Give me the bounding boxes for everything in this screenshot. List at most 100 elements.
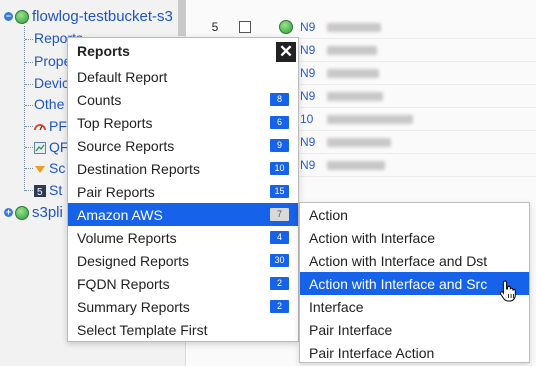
amazon-aws-submenu: Action Action with Interface Action with… bbox=[299, 202, 530, 363]
row-redacted bbox=[327, 114, 413, 124]
tree-branch bbox=[25, 105, 33, 106]
tree-node-root[interactable]: − flowlog-testbucket-s3 bbox=[4, 8, 173, 25]
count-badge: 8 bbox=[270, 93, 289, 106]
tree-branch bbox=[25, 39, 33, 40]
menu-item-amazon-aws[interactable]: Amazon AWS 7 bbox=[68, 203, 298, 226]
row-id[interactable]: 10 bbox=[300, 112, 313, 126]
row-id[interactable]: N9 bbox=[300, 135, 315, 149]
row-id[interactable]: N9 bbox=[300, 66, 315, 80]
submenu-item-label: Action bbox=[309, 206, 348, 223]
table-row[interactable]: 5 N9 bbox=[187, 16, 536, 39]
tree-node-sc[interactable]: Sc bbox=[34, 160, 65, 176]
tree-connector bbox=[24, 26, 25, 191]
tree-node-sibling[interactable]: + s3pli bbox=[4, 204, 63, 221]
menu-item-label: Summary Reports bbox=[77, 298, 190, 315]
chart-icon bbox=[34, 141, 46, 154]
tree-node-label[interactable]: Sc bbox=[49, 160, 65, 176]
tree-branch bbox=[25, 126, 33, 127]
submenu-item-pair-interface[interactable]: Pair Interface bbox=[300, 318, 529, 341]
count-badge: 15 bbox=[270, 185, 289, 198]
row-checkbox[interactable] bbox=[239, 21, 251, 33]
submenu-item-action-with-interface-and-dst[interactable]: Action with Interface and Dst bbox=[300, 249, 529, 272]
menu-item-pair-reports[interactable]: Pair Reports 15 bbox=[68, 180, 298, 203]
row-redacted bbox=[327, 68, 379, 78]
menu-item-label: Volume Reports bbox=[77, 229, 177, 246]
tree-node-label[interactable]: St bbox=[49, 182, 62, 198]
menu-item-designed-reports[interactable]: Designed Reports 30 bbox=[68, 249, 298, 272]
row-id[interactable]: N9 bbox=[300, 158, 315, 172]
script-icon: 5 bbox=[34, 184, 46, 198]
menu-item-label: Default Report bbox=[77, 68, 168, 85]
tree-sibling-label[interactable]: s3pli bbox=[32, 204, 63, 221]
submenu-item-label: Pair Interface Action bbox=[309, 344, 435, 361]
count-badge: 6 bbox=[270, 116, 289, 129]
menu-item-label: Pair Reports bbox=[77, 183, 155, 200]
submenu-item-action-with-interface[interactable]: Action with Interface bbox=[300, 226, 529, 249]
row-number: 5 bbox=[211, 20, 219, 34]
menu-item-label: Top Reports bbox=[77, 114, 153, 131]
tree-branch bbox=[25, 147, 33, 148]
row-id[interactable]: N9 bbox=[300, 89, 315, 103]
count-badge: 9 bbox=[270, 139, 289, 152]
menu-item-default-report[interactable]: Default Report bbox=[68, 65, 298, 88]
menu-item-fqdn-reports[interactable]: FQDN Reports 2 bbox=[68, 272, 298, 295]
row-redacted bbox=[327, 91, 383, 101]
reports-popup: Reports ✕ Default Report Counts 8 Top Re… bbox=[67, 37, 299, 342]
row-redacted bbox=[327, 45, 377, 55]
count-badge: 2 bbox=[270, 277, 289, 290]
menu-item-label: FQDN Reports bbox=[77, 275, 170, 292]
menu-item-volume-reports[interactable]: Volume Reports 4 bbox=[68, 226, 298, 249]
tree-branch bbox=[25, 190, 33, 191]
submenu-item-label: Interface bbox=[309, 298, 364, 315]
submenu-item-label: Action with Interface and Dst bbox=[309, 252, 488, 269]
row-redacted bbox=[327, 137, 391, 147]
tree-node-other[interactable]: Othe bbox=[34, 96, 64, 112]
tree-node-properties[interactable]: Prope bbox=[34, 53, 71, 69]
submenu-item-label: Action with Interface bbox=[309, 229, 436, 246]
row-redacted bbox=[327, 22, 381, 32]
tree-node-st[interactable]: 5 St bbox=[34, 182, 62, 198]
count-badge: 30 bbox=[270, 254, 289, 267]
menu-item-source-reports[interactable]: Source Reports 9 bbox=[68, 134, 298, 157]
tree-node-label[interactable]: Othe bbox=[34, 96, 64, 112]
tree-scrollbar[interactable] bbox=[178, 0, 186, 36]
bucket-icon bbox=[15, 9, 29, 24]
bucket-icon bbox=[279, 20, 293, 34]
submenu-item-action-with-interface-and-src[interactable]: Action with Interface and Src bbox=[300, 272, 529, 295]
submenu-item-interface[interactable]: Interface bbox=[300, 295, 529, 318]
submenu-item-pair-interface-action[interactable]: Pair Interface Action bbox=[300, 341, 529, 364]
tree-node-label[interactable]: Prope bbox=[34, 53, 71, 69]
count-badge: 10 bbox=[270, 162, 289, 175]
tree-node-label[interactable]: Devic bbox=[34, 75, 69, 91]
hand-cursor-icon bbox=[499, 280, 516, 302]
tree-node-pf[interactable]: PF bbox=[34, 118, 67, 134]
menu-item-summary-reports[interactable]: Summary Reports 2 bbox=[68, 295, 298, 318]
menu-item-top-reports[interactable]: Top Reports 6 bbox=[68, 111, 298, 134]
submenu-item-label: Action with Interface and Src bbox=[309, 275, 488, 292]
tree-node-devices[interactable]: Devic bbox=[34, 75, 69, 91]
count-badge: 2 bbox=[270, 300, 289, 313]
tree-node-label[interactable]: QF bbox=[49, 139, 68, 155]
close-button[interactable]: ✕ bbox=[276, 42, 296, 62]
tree-branch bbox=[25, 84, 33, 85]
menu-item-label: Source Reports bbox=[77, 137, 175, 154]
submenu-item-action[interactable]: Action bbox=[300, 203, 529, 226]
menu-item-select-template-first[interactable]: Select Template First bbox=[68, 318, 298, 341]
expand-icon[interactable]: + bbox=[4, 208, 13, 217]
tree-node-qf[interactable]: QF bbox=[34, 139, 68, 155]
row-id[interactable]: N9 bbox=[300, 43, 315, 57]
collapse-icon[interactable]: − bbox=[4, 12, 13, 21]
popup-title: Reports bbox=[77, 43, 130, 59]
menu-item-label: Destination Reports bbox=[77, 160, 200, 177]
menu-item-label: Designed Reports bbox=[77, 252, 190, 269]
submenu-item-label: Pair Interface bbox=[309, 321, 393, 338]
row-redacted bbox=[327, 160, 385, 170]
menu-item-destination-reports[interactable]: Destination Reports 10 bbox=[68, 157, 298, 180]
tree-branch bbox=[25, 168, 33, 169]
count-badge: 4 bbox=[270, 231, 289, 244]
menu-item-counts[interactable]: Counts 8 bbox=[68, 88, 298, 111]
row-id[interactable]: N9 bbox=[300, 20, 315, 34]
tree-node-label[interactable]: PF bbox=[49, 118, 67, 134]
tree-root-label[interactable]: flowlog-testbucket-s3 bbox=[32, 8, 173, 25]
menu-item-label: Counts bbox=[77, 91, 122, 108]
